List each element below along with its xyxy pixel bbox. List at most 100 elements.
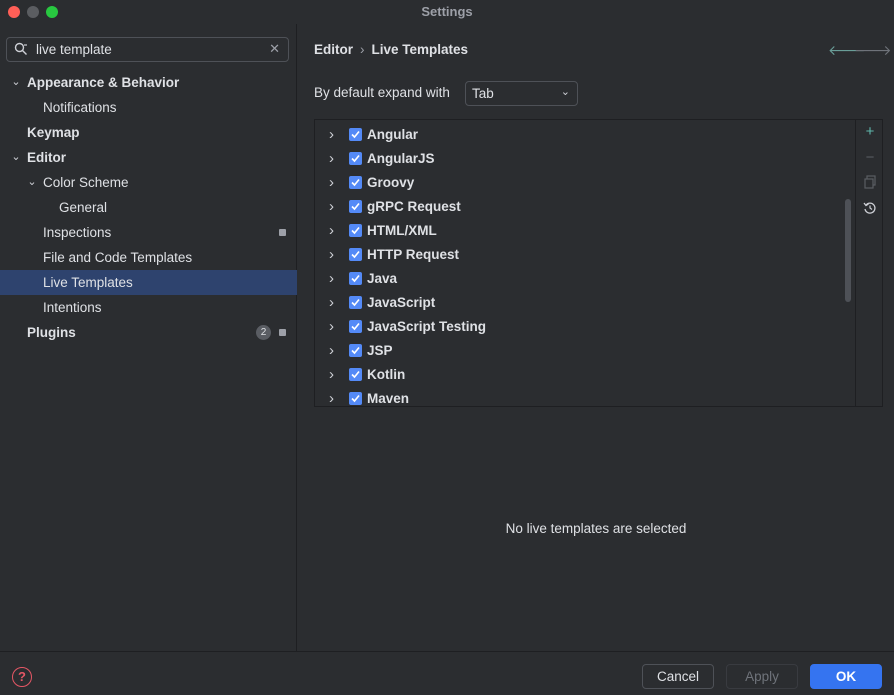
- tree-item-label: Color Scheme: [43, 175, 129, 190]
- chevron-right-icon[interactable]: ›: [329, 123, 334, 147]
- vertical-scrollbar[interactable]: [845, 199, 851, 302]
- template-group-checkbox[interactable]: [349, 176, 362, 189]
- tree-item-label: Inspections: [43, 225, 112, 240]
- settings-sidebar: live template ✕ ⌄ Appearance & Behavior …: [0, 24, 297, 651]
- restore-defaults-icon[interactable]: [861, 201, 879, 219]
- tree-item-general[interactable]: General: [0, 195, 297, 220]
- template-group-label: HTML/XML: [367, 223, 437, 238]
- tree-item-label: Live Templates: [43, 275, 133, 290]
- tree-item-label: Editor: [27, 150, 66, 165]
- tree-item-label: Notifications: [43, 100, 117, 115]
- project-settings-icon: [279, 229, 286, 236]
- tree-item-label: File and Code Templates: [43, 250, 193, 265]
- expand-with-label: By default expand with: [314, 85, 450, 100]
- tree-item-label: General: [59, 200, 108, 215]
- template-group-row[interactable]: › JSP: [315, 339, 855, 363]
- chevron-down-icon[interactable]: ⌄: [9, 145, 23, 170]
- expand-with-value: Tab: [472, 86, 494, 101]
- template-group-row[interactable]: › Groovy: [315, 171, 855, 195]
- tree-item-live-templates[interactable]: Live Templates: [0, 270, 297, 295]
- tree-item-notifications[interactable]: Notifications: [0, 95, 297, 120]
- apply-button[interactable]: Apply: [726, 664, 798, 689]
- window-title: Settings: [421, 4, 473, 19]
- template-group-row[interactable]: › JavaScript Testing: [315, 315, 855, 339]
- template-group-checkbox[interactable]: [349, 224, 362, 237]
- copy-icon[interactable]: [861, 175, 879, 193]
- search-input[interactable]: live template: [36, 42, 112, 57]
- search-icon: [14, 42, 28, 56]
- chevron-down-icon: ⌄: [560, 86, 570, 98]
- help-icon[interactable]: ?: [12, 667, 32, 687]
- chevron-right-icon[interactable]: ›: [329, 195, 334, 219]
- template-group-checkbox[interactable]: [349, 368, 362, 381]
- template-group-checkbox[interactable]: [349, 152, 362, 165]
- template-group-checkbox[interactable]: [349, 248, 362, 261]
- chevron-right-icon[interactable]: ›: [329, 291, 334, 315]
- template-group-label: JSP: [367, 343, 393, 358]
- template-group-row[interactable]: › Java: [315, 267, 855, 291]
- template-group-checkbox[interactable]: [349, 392, 362, 405]
- tree-item-label: Appearance & Behavior: [27, 75, 180, 90]
- tree-item-color-scheme[interactable]: ⌄ Color Scheme: [0, 170, 297, 195]
- template-group-label: AngularJS: [367, 151, 435, 166]
- template-group-checkbox[interactable]: [349, 200, 362, 213]
- cancel-button[interactable]: Cancel: [642, 664, 714, 689]
- template-group-checkbox[interactable]: [349, 296, 362, 309]
- expand-with-select[interactable]: Tab ⌄: [465, 81, 578, 106]
- tree-item-label: Plugins: [27, 325, 76, 340]
- chevron-right-icon[interactable]: ›: [329, 387, 334, 406]
- chevron-right-icon[interactable]: ›: [329, 267, 334, 291]
- empty-selection-message: No live templates are selected: [505, 521, 687, 536]
- chevron-right-icon[interactable]: ›: [329, 171, 334, 195]
- tree-item-plugins[interactable]: Plugins 2: [0, 320, 297, 345]
- chevron-right-icon[interactable]: ›: [329, 339, 334, 363]
- chevron-down-icon[interactable]: ⌄: [25, 170, 39, 195]
- settings-search-field[interactable]: live template ✕: [6, 37, 289, 62]
- template-group-row[interactable]: › JavaScript: [315, 291, 855, 315]
- template-group-label: Groovy: [367, 175, 415, 190]
- chevron-right-icon[interactable]: ›: [329, 219, 334, 243]
- tree-item-label: Intentions: [43, 300, 102, 315]
- clear-search-icon[interactable]: ✕: [269, 41, 280, 57]
- chevron-down-icon[interactable]: ⌄: [9, 70, 23, 95]
- breadcrumb-current: Live Templates: [371, 42, 469, 57]
- template-group-row[interactable]: › Maven: [315, 387, 855, 406]
- tree-item-editor[interactable]: ⌄ Editor: [0, 145, 297, 170]
- template-group-row[interactable]: › AngularJS: [315, 147, 855, 171]
- title-bar: Settings: [0, 0, 894, 24]
- chevron-right-icon[interactable]: ›: [329, 363, 334, 387]
- plugins-count-badge: 2: [256, 325, 271, 340]
- tree-item-inspections[interactable]: Inspections: [0, 220, 297, 245]
- chevron-right-icon[interactable]: ›: [329, 315, 334, 339]
- breadcrumb: Editor › Live Templates: [314, 42, 468, 57]
- remove-icon[interactable]: −: [861, 149, 879, 167]
- template-group-label: Angular: [367, 127, 419, 142]
- template-group-label: HTTP Request: [367, 247, 460, 262]
- ok-button[interactable]: OK: [810, 664, 882, 689]
- tree-item-appearance-behavior[interactable]: ⌄ Appearance & Behavior: [0, 70, 297, 95]
- template-group-row[interactable]: › Angular: [315, 123, 855, 147]
- tree-item-intentions[interactable]: Intentions: [0, 295, 297, 320]
- dialog-button-bar: ? Cancel Apply OK: [0, 651, 894, 695]
- template-group-row[interactable]: › gRPC Request: [315, 195, 855, 219]
- tree-item-label: Keymap: [27, 125, 80, 140]
- template-group-row[interactable]: › HTML/XML: [315, 219, 855, 243]
- tree-item-keymap[interactable]: Keymap: [0, 120, 297, 145]
- template-group-label: JavaScript Testing: [367, 319, 487, 334]
- chevron-right-icon[interactable]: ›: [329, 243, 334, 267]
- forward-arrow-icon[interactable]: 🡒: [854, 42, 892, 59]
- project-settings-icon: [279, 329, 286, 336]
- template-group-checkbox[interactable]: [349, 344, 362, 357]
- template-group-row[interactable]: › Kotlin: [315, 363, 855, 387]
- breadcrumb-parent[interactable]: Editor: [314, 42, 353, 57]
- tree-item-file-code-templates[interactable]: File and Code Templates: [0, 245, 297, 270]
- live-templates-tree: › Angular › AngularJS › Groovy › gRPC Request › H…: [314, 119, 883, 407]
- template-group-checkbox[interactable]: [349, 320, 362, 333]
- template-group-label: Maven: [367, 391, 410, 406]
- template-group-checkbox[interactable]: [349, 272, 362, 285]
- add-icon[interactable]: +: [861, 123, 879, 141]
- chevron-right-icon[interactable]: ›: [329, 147, 334, 171]
- template-group-row[interactable]: › HTTP Request: [315, 243, 855, 267]
- template-group-checkbox[interactable]: [349, 128, 362, 141]
- settings-content: Editor › Live Templates 🡐 🡒 By default exp…: [298, 24, 894, 651]
